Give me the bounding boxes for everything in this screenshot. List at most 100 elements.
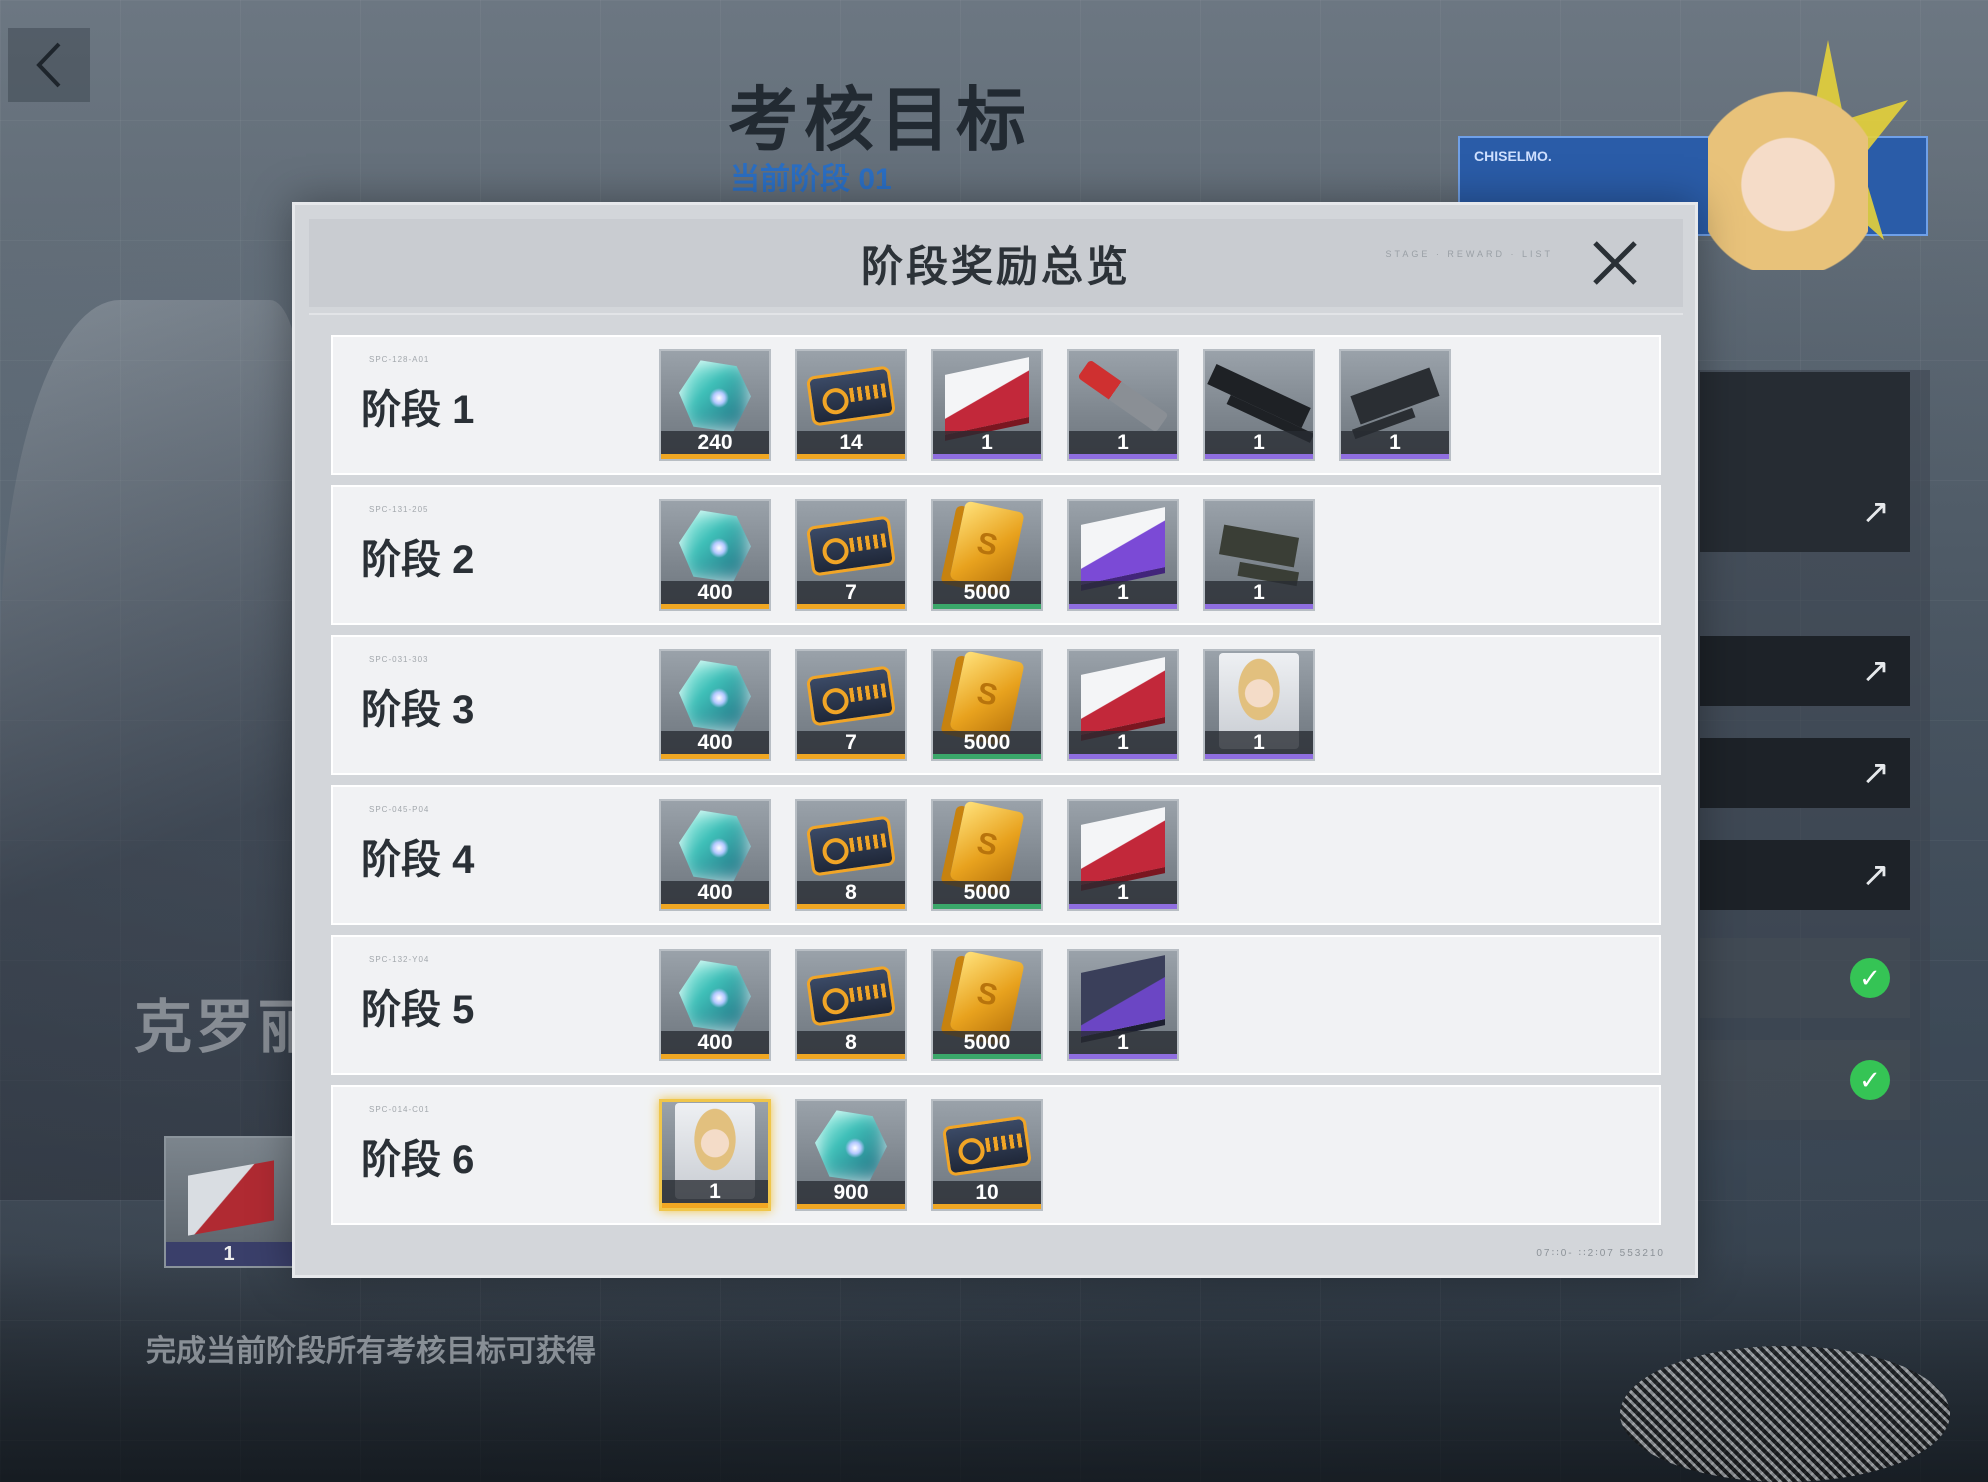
ticket-icon: [805, 515, 897, 577]
stage-row-4: SPC-045-P04 阶段 4 400 8 5000 1: [331, 785, 1661, 925]
reward-item[interactable]: 1: [1067, 349, 1179, 461]
stage-reward-preview[interactable]: 1: [164, 1136, 294, 1268]
rarity-bar: [933, 604, 1041, 609]
close-icon: [1593, 241, 1637, 285]
stage-row-3: SPC-031-303 阶段 3 400 7 5000 1 1: [331, 635, 1661, 775]
back-button[interactable]: [8, 28, 90, 102]
right-card-1[interactable]: ↗: [1700, 372, 1910, 552]
gold-bar-icon: [949, 801, 1025, 892]
censored-region: [1620, 1346, 1950, 1482]
reward-count: 1: [1069, 581, 1177, 605]
rarity-bar: [797, 604, 905, 609]
stage-code: SPC-132-Y04: [369, 955, 430, 964]
reward-count: 7: [797, 731, 905, 755]
reward-item[interactable]: 1: [1203, 349, 1315, 461]
reward-item[interactable]: 400: [659, 649, 771, 761]
gem-icon: [679, 510, 751, 583]
reward-item[interactable]: 10: [931, 1099, 1043, 1211]
supply-box-red-icon: [1081, 657, 1165, 736]
rarity-bar: [1069, 754, 1177, 759]
arrow-up-right-icon: ↗: [1861, 856, 1891, 894]
rarity-bar: [797, 904, 905, 909]
reward-item[interactable]: 8: [795, 799, 907, 911]
header-decoration-text: STAGE · REWARD · LIST: [1385, 249, 1553, 259]
reward-item[interactable]: 5000: [931, 499, 1043, 611]
reward-item[interactable]: 900: [795, 1099, 907, 1211]
header-divider: [309, 313, 1683, 315]
rarity-bar: [661, 1054, 769, 1059]
reward-item-list: 400 7 5000 1 1: [659, 649, 1315, 761]
reward-item[interactable]: 1: [1339, 349, 1451, 461]
rarity-bar: [797, 1054, 905, 1059]
chevron-left-icon: [36, 42, 61, 88]
reward-count: 8: [797, 1031, 905, 1055]
rarity-bar: [1341, 454, 1449, 459]
stage-row-1: SPC-128-A01 阶段 1 240 14 1 1 1 1: [331, 335, 1661, 475]
reward-item[interactable]: 1: [659, 1099, 771, 1211]
reward-item[interactable]: 7: [795, 499, 907, 611]
check-icon: ✓: [1850, 1060, 1890, 1100]
reward-hint-text: 完成当前阶段所有考核目标可获得: [146, 1335, 596, 1368]
reward-count: 8: [797, 881, 905, 905]
reward-item[interactable]: 8: [795, 949, 907, 1061]
supply-box-red-icon: [1081, 807, 1165, 886]
reward-count: 5000: [933, 581, 1041, 605]
reward-count: 1: [1205, 731, 1313, 755]
ticket-icon: [805, 815, 897, 877]
stage-code: SPC-031-303: [369, 655, 429, 664]
reward-count: 1: [1069, 1031, 1177, 1055]
rarity-bar: [661, 904, 769, 909]
rarity-bar: [933, 1054, 1041, 1059]
reward-item[interactable]: 1: [1067, 649, 1179, 761]
supply-box-icon: [188, 1160, 274, 1236]
stage-row-6: SPC-014-C01 阶段 6 1 900 10: [331, 1085, 1661, 1225]
right-card-4[interactable]: ↗: [1700, 840, 1910, 910]
reward-item-list: 1 900 10: [659, 1099, 1043, 1211]
reward-item-list: 400 8 5000 1: [659, 949, 1179, 1061]
reward-item[interactable]: 5000: [931, 949, 1043, 1061]
gem-icon: [679, 960, 751, 1033]
background-character-left: [0, 300, 300, 1200]
reward-item[interactable]: 1: [1067, 499, 1179, 611]
stage-code: SPC-045-P04: [369, 805, 430, 814]
stage-row-5: SPC-132-Y04 阶段 5 400 8 5000 1: [331, 935, 1661, 1075]
arrow-up-right-icon: ↗: [1861, 493, 1891, 531]
stage-label: 阶段 2: [361, 538, 475, 582]
rarity-bar: [1069, 604, 1177, 609]
reward-count: 400: [661, 581, 769, 605]
reward-item[interactable]: 1: [1067, 949, 1179, 1061]
reward-count: 1: [662, 1180, 768, 1204]
reward-item[interactable]: 1: [1203, 499, 1315, 611]
rarity-bar: [933, 754, 1041, 759]
reward-item[interactable]: 1: [1203, 649, 1315, 761]
reward-count: 400: [661, 881, 769, 905]
right-card-3[interactable]: ↗: [1700, 738, 1910, 808]
reward-item[interactable]: 14: [795, 349, 907, 461]
gold-bar-icon: [949, 501, 1025, 592]
reward-count: 900: [797, 1181, 905, 1205]
reward-count: 1: [933, 431, 1041, 455]
stage-code: SPC-131-205: [369, 505, 429, 514]
arrow-up-right-icon: ↗: [1861, 754, 1891, 792]
reward-item[interactable]: 400: [659, 499, 771, 611]
reward-item[interactable]: 5000: [931, 799, 1043, 911]
rarity-bar: [933, 1204, 1041, 1209]
rarity-bar: [933, 454, 1041, 459]
reward-item[interactable]: 240: [659, 349, 771, 461]
check-icon: ✓: [1850, 958, 1890, 998]
close-button[interactable]: [1587, 235, 1643, 291]
rarity-bar: [1205, 454, 1313, 459]
reward-item[interactable]: 5000: [931, 649, 1043, 761]
reward-count: 5000: [933, 731, 1041, 755]
reward-item[interactable]: 1: [931, 349, 1043, 461]
reward-item[interactable]: 400: [659, 949, 771, 1061]
reward-item[interactable]: 400: [659, 799, 771, 911]
pistol-icon: [1218, 524, 1300, 568]
right-card-2[interactable]: ↗: [1700, 636, 1910, 706]
rarity-bar: [797, 454, 905, 459]
reward-count: 400: [661, 1031, 769, 1055]
supply-box-purple-icon: [1081, 507, 1165, 586]
reward-item[interactable]: 7: [795, 649, 907, 761]
reward-count: 5000: [933, 881, 1041, 905]
reward-item[interactable]: 1: [1067, 799, 1179, 911]
